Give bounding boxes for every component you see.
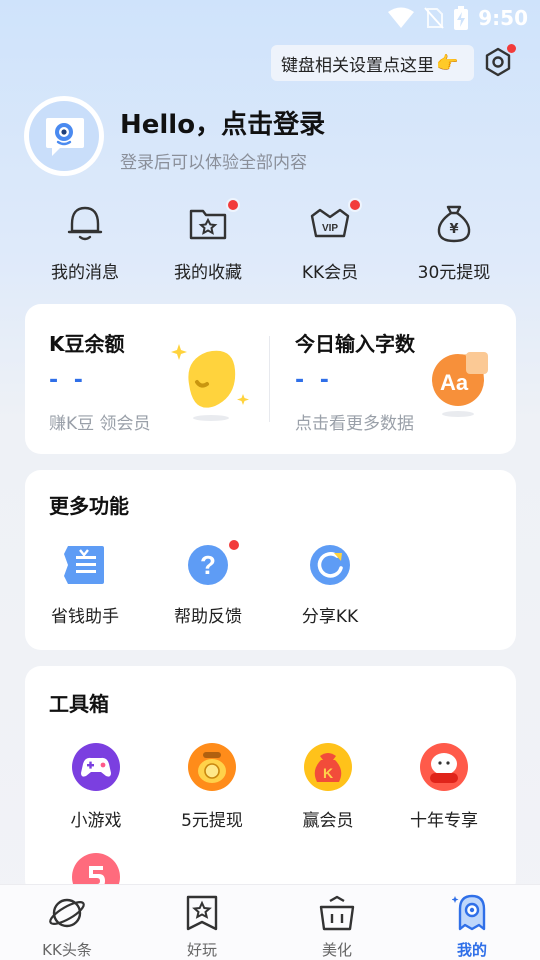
ghost-icon xyxy=(451,894,486,931)
nav-label: 好玩 xyxy=(186,941,217,959)
svg-text:?: ? xyxy=(200,550,216,580)
golden-bean-icon xyxy=(171,344,249,421)
lucky-bag-icon: K xyxy=(304,743,352,791)
status-bar: 9:50 xyxy=(0,0,540,36)
toolbox-card: 工具箱 小游戏 5元提现 K 赢会员 十年专享 xyxy=(25,666,516,896)
bell-icon xyxy=(67,206,103,241)
tool-label: 小游戏 xyxy=(70,811,122,831)
quick-action-vip[interactable]: VIP KK会员 xyxy=(275,198,385,283)
keyboard-tip-text: 键盘相关设置点这里 xyxy=(281,55,434,76)
feature-label: 帮助反馈 xyxy=(174,607,242,627)
avatar-placeholder xyxy=(29,101,99,171)
share-icon xyxy=(310,545,350,585)
planet-icon xyxy=(49,898,85,928)
quick-action-label: 30元提现 xyxy=(417,263,491,283)
feature-label: 分享KK xyxy=(301,607,359,627)
free-badge-icon xyxy=(420,743,468,791)
keyboard-settings-tip[interactable]: 键盘相关设置点这里 👉 xyxy=(271,45,474,81)
tool-ten-year-exclusive[interactable]: 十年专享 xyxy=(389,742,499,831)
typing-title: 今日输入字数 xyxy=(295,332,415,356)
tool-label: 赢会员 xyxy=(302,811,354,831)
toolbox-title: 工具箱 xyxy=(49,692,109,716)
nav-label: 美化 xyxy=(321,941,352,959)
gamepad-icon xyxy=(72,743,120,791)
feature-savings-assistant[interactable]: 省钱助手 xyxy=(30,542,140,627)
svg-text:Aa: Aa xyxy=(440,370,469,395)
favorites-badge xyxy=(226,198,240,212)
stats-card: K豆余额 - - 赚K豆 领会员 今日输入字数 - - 点击看更多数据 Aa xyxy=(25,304,516,454)
feature-label: 省钱助手 xyxy=(51,607,119,627)
settings-badge xyxy=(507,44,516,53)
avatar[interactable] xyxy=(24,96,104,176)
typing-count-block[interactable]: 今日输入字数 - - 点击看更多数据 Aa xyxy=(270,304,516,454)
beans-balance-block[interactable]: K豆余额 - - 赚K豆 领会员 xyxy=(25,304,269,454)
tool-label: 十年专享 xyxy=(410,811,478,831)
svg-text:K: K xyxy=(323,765,333,781)
bottom-nav: KK头条 好玩 美化 我的 xyxy=(0,884,540,960)
more-features-card: 更多功能 省钱助手 ? 帮助反馈 分享KK xyxy=(25,470,516,650)
vip-crown-icon: VIP xyxy=(310,208,350,238)
quick-action-withdraw[interactable]: ¥ 30元提现 xyxy=(399,202,509,283)
login-subtitle: 登录后可以体验全部内容 xyxy=(120,153,307,173)
coupon-icon xyxy=(64,546,104,584)
svg-text:VIP: VIP xyxy=(322,223,338,234)
typing-value: - - xyxy=(295,368,333,393)
quick-action-favorites[interactable]: 我的收藏 xyxy=(153,198,263,283)
nav-beautify[interactable]: 美化 xyxy=(292,893,382,960)
nav-mine[interactable]: 我的 xyxy=(427,893,517,960)
quick-action-label: 我的收藏 xyxy=(174,263,242,283)
status-time: 9:50 xyxy=(478,6,528,30)
basket-icon xyxy=(319,895,355,931)
bookmark-star-icon xyxy=(186,895,218,931)
svg-text:¥: ¥ xyxy=(449,222,458,237)
tool-mini-game[interactable]: 小游戏 xyxy=(41,742,151,831)
beans-subtitle: 赚K豆 领会员 xyxy=(49,414,151,434)
beans-title: K豆余额 xyxy=(49,332,125,356)
mascot-icon xyxy=(46,118,84,156)
help-icon: ? xyxy=(188,545,228,585)
money-bag-icon: ¥ xyxy=(437,205,471,243)
tool-withdraw-5[interactable]: 5元提现 xyxy=(157,742,267,831)
tool-label: 5元提现 xyxy=(181,811,243,831)
status-icons: 9:50 xyxy=(388,6,528,30)
settings-button[interactable] xyxy=(482,44,516,78)
nav-label: 我的 xyxy=(456,941,487,959)
nav-fun[interactable]: 好玩 xyxy=(157,893,247,960)
feature-help-feedback[interactable]: ? 帮助反馈 xyxy=(153,538,263,627)
feature-share-kk[interactable]: 分享KK xyxy=(275,542,385,627)
typing-subtitle: 点击看更多数据 xyxy=(295,414,414,434)
vip-badge xyxy=(348,198,362,212)
more-features-title: 更多功能 xyxy=(49,494,129,518)
coin-pot-icon xyxy=(188,743,236,791)
no-sim-icon xyxy=(424,7,444,29)
favorites-folder-icon xyxy=(189,209,227,240)
nav-label: KK头条 xyxy=(42,941,92,959)
wifi-icon xyxy=(388,7,415,28)
quick-actions: 我的消息 我的收藏 VIP KK会员 ¥ 30元提现 xyxy=(0,198,540,283)
help-badge xyxy=(227,538,241,552)
quick-action-label: KK会员 xyxy=(301,263,359,283)
battery-charging-icon xyxy=(454,6,469,30)
nav-kk-news[interactable]: KK头条 xyxy=(22,893,112,960)
pointing-hand-icon: 👉 xyxy=(436,52,459,74)
quick-action-label: 我的消息 xyxy=(51,263,119,283)
beans-value: - - xyxy=(49,368,87,393)
login-title[interactable]: Hello，点击登录 xyxy=(120,104,325,141)
font-aa-icon: Aa xyxy=(432,352,488,417)
tool-win-membership[interactable]: K 赢会员 xyxy=(273,742,383,831)
quick-action-messages[interactable]: 我的消息 xyxy=(30,202,140,283)
